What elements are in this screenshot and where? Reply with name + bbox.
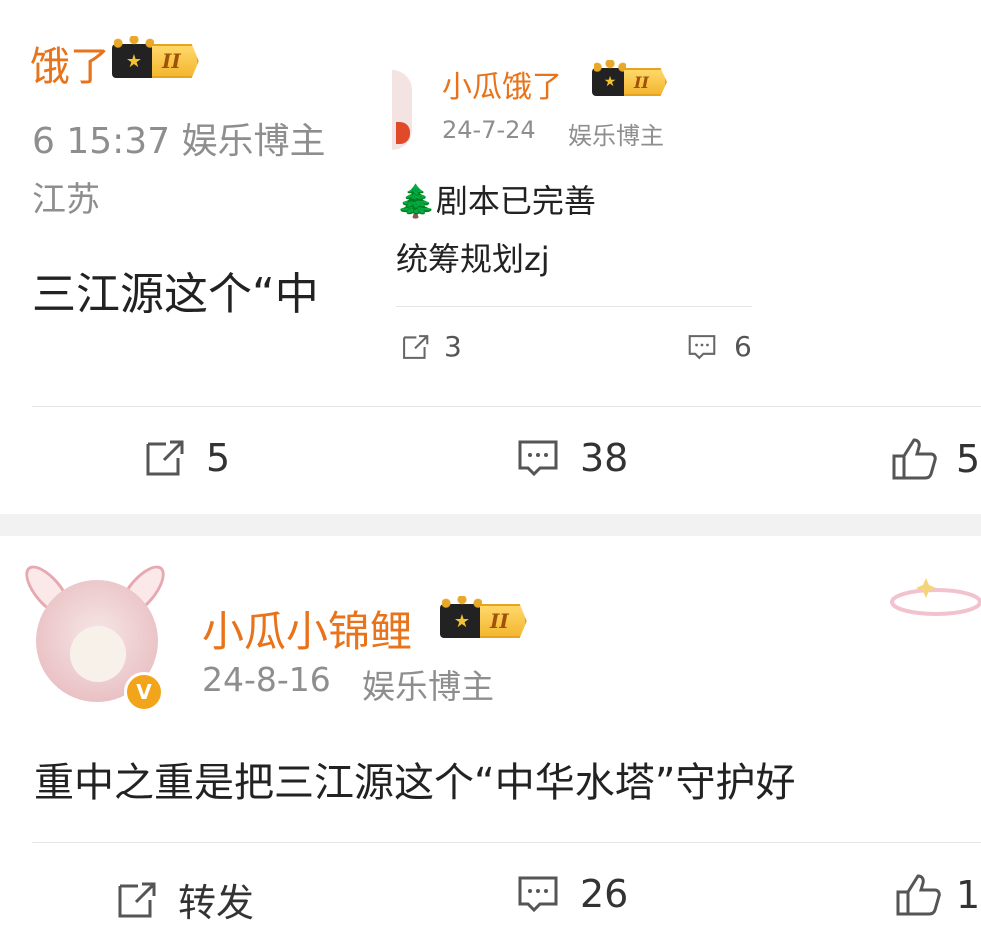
divider: [32, 406, 981, 407]
verified-icon: V: [124, 672, 164, 712]
crown-icon: ★ II: [112, 36, 199, 78]
comment-count: 38: [580, 436, 629, 480]
like-count: 1: [956, 873, 981, 917]
post2-date: 24-8-16: [202, 660, 331, 699]
comment-icon: [688, 334, 716, 359]
overlay-date: 24-7-24: [442, 116, 536, 144]
crown-icon: ★ II: [592, 60, 667, 96]
comment-count: 26: [580, 872, 629, 916]
post1-username-fragment[interactable]: 饿了: [30, 34, 110, 92]
badge-level: II: [480, 604, 527, 638]
overlay-line1-text: 剧本已完善: [435, 182, 596, 220]
overlay-username[interactable]: 小瓜饿了: [442, 62, 562, 106]
divider: [32, 842, 981, 843]
overlay-repost-button[interactable]: 3: [400, 330, 462, 363]
like-count: 5: [956, 437, 981, 481]
overlay-line2: 统筹规划zj: [396, 240, 550, 278]
like-icon: [892, 438, 937, 480]
post1-meta: 6 15:37 娱乐博主: [32, 121, 326, 162]
repost-button[interactable]: 5: [142, 436, 230, 480]
overlay-comment-button[interactable]: 6: [686, 330, 752, 363]
comment-button[interactable]: 26: [516, 872, 628, 916]
decoration-sparkle-icon: [890, 578, 981, 616]
post1-location: 江苏: [32, 180, 100, 220]
crown-icon: ★ II: [440, 596, 527, 638]
like-button[interactable]: 5: [890, 436, 980, 482]
repost-icon: [118, 882, 156, 917]
repost-icon: [403, 334, 429, 359]
repost-button[interactable]: 转发: [114, 872, 254, 927]
repost-count: 5: [206, 436, 231, 480]
embedded-screenshot: 小瓜饿了 ★ II 24-7-24 娱乐博主 🌲剧本已完善 统筹规划zj 3 6: [392, 30, 754, 400]
post1-content: 三江源这个“中: [32, 269, 319, 320]
comment-icon: [518, 876, 558, 913]
overlay-comment-count: 6: [734, 330, 752, 363]
divider: [396, 306, 752, 307]
overlay-repost-count: 3: [444, 330, 462, 363]
like-button[interactable]: 1: [894, 872, 980, 918]
post2-content: 重中之重是把三江源这个“中华水塔”守护好: [34, 760, 796, 806]
comment-button[interactable]: 38: [516, 436, 628, 480]
post2-username[interactable]: 小瓜小锦鲤: [202, 598, 412, 659]
overlay-line1: 🌲剧本已完善: [396, 176, 596, 222]
like-icon: [896, 874, 941, 916]
tree-emoji: 🌲: [396, 182, 436, 220]
post-separator: [0, 514, 981, 536]
badge-level: II: [624, 68, 667, 96]
overlay-role: 娱乐博主: [568, 122, 664, 150]
repost-label: 转发: [178, 881, 255, 925]
badge-level: II: [152, 44, 199, 78]
repost-icon: [146, 440, 184, 476]
post2-role: 娱乐博主: [362, 667, 494, 706]
comment-icon: [518, 440, 558, 477]
